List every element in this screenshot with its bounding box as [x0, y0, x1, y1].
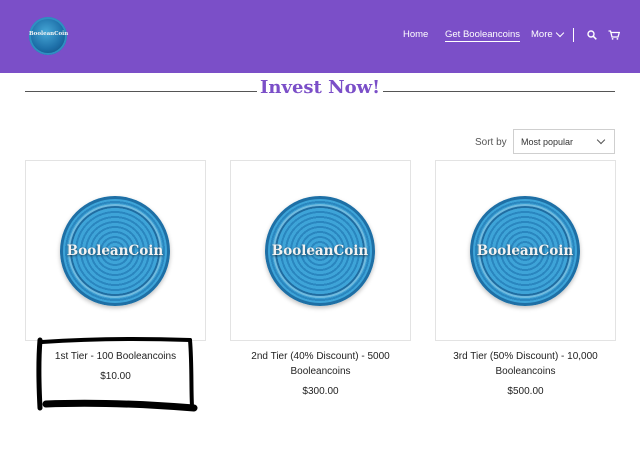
chevron-down-icon[interactable] [555, 28, 565, 38]
cart-icon[interactable] [608, 30, 620, 40]
nav-divider [573, 28, 574, 42]
product-price: $500.00 [507, 386, 544, 397]
coin-image: BooleanCoin [60, 196, 170, 306]
sort-selected-value: Most popular [521, 137, 574, 147]
nav-get-booleancoins-link[interactable]: Get Booleancoins [445, 29, 520, 42]
chevron-down-icon [596, 135, 606, 145]
coin-logo-text: BooleanCoin [476, 243, 574, 259]
sort-label: Sort by [475, 137, 507, 148]
nav-more-menu[interactable]: More [531, 29, 553, 40]
site-logo[interactable]: BooleanCoin [29, 17, 69, 55]
coin-logo-text: BooleanCoin [66, 243, 164, 259]
logo-text: BooleanCoin [29, 31, 69, 37]
product-name[interactable]: 2nd Tier (40% Discount) - 5000 Booleanco… [230, 349, 411, 379]
product-name[interactable]: 3rd Tier (50% Discount) - 10,000 Boolean… [435, 349, 616, 379]
product-price: $300.00 [302, 386, 339, 397]
page-title: Invest Now! [260, 77, 380, 98]
coin-logo-text: BooleanCoin [271, 243, 369, 259]
marker-highlight-box [36, 336, 198, 412]
search-icon[interactable] [587, 30, 597, 40]
nav-home-link[interactable]: Home [403, 29, 428, 40]
title-rule-left [25, 91, 257, 92]
site-header: BooleanCoin Home Get Booleancoins More [0, 0, 640, 73]
title-rule-right [383, 91, 615, 92]
coin-image: BooleanCoin [470, 196, 580, 306]
coin-image: BooleanCoin [265, 196, 375, 306]
product-card-image[interactable]: BooleanCoin [230, 160, 411, 341]
product-card-image[interactable]: BooleanCoin [25, 160, 206, 341]
sort-dropdown[interactable]: Most popular [513, 129, 615, 154]
product-card-image[interactable]: BooleanCoin [435, 160, 616, 341]
